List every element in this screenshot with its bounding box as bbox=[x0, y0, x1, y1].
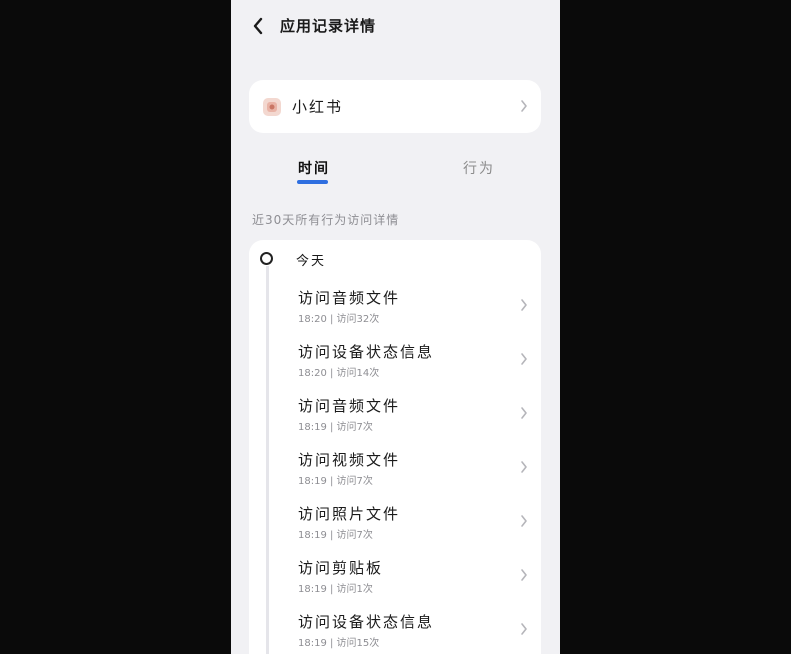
item-title: 访问设备状态信息 bbox=[298, 613, 435, 631]
list-item[interactable]: 访问音频文件 18:20 | 访问32次 bbox=[249, 287, 541, 337]
tab-behavior[interactable]: 行为 bbox=[463, 158, 495, 178]
app-name: 小红书 bbox=[292, 98, 344, 116]
chevron-right-icon bbox=[521, 623, 527, 635]
item-title: 访问音频文件 bbox=[298, 397, 401, 415]
chevron-right-icon bbox=[521, 353, 527, 365]
xiaohongshu-app-icon bbox=[263, 97, 281, 116]
chevron-right-icon bbox=[521, 100, 527, 112]
chevron-right-icon bbox=[521, 407, 527, 419]
list-item[interactable]: 访问设备状态信息 18:19 | 访问15次 bbox=[249, 611, 541, 654]
timeline-card: 今天 访问音频文件 18:20 | 访问32次 访问设备状态信息 18:20 |… bbox=[249, 240, 541, 654]
app-card[interactable]: 小红书 bbox=[249, 80, 541, 133]
active-tab-indicator bbox=[297, 180, 328, 184]
app-record-detail-screen: 应用记录详情 小红书 时间 行为 近30天所有行为访问详情 今天 访问音频文件 … bbox=[231, 0, 560, 654]
chevron-right-icon bbox=[521, 569, 527, 581]
timeline-dot-icon bbox=[260, 252, 273, 265]
list-item[interactable]: 访问视频文件 18:19 | 访问7次 bbox=[249, 449, 541, 499]
item-title: 访问照片文件 bbox=[298, 505, 401, 523]
list-item[interactable]: 访问照片文件 18:19 | 访问7次 bbox=[249, 503, 541, 553]
tab-bar: 时间 行为 bbox=[231, 150, 560, 190]
item-meta: 18:19 | 访问1次 bbox=[298, 584, 373, 595]
list-item[interactable]: 访问设备状态信息 18:20 | 访问14次 bbox=[249, 341, 541, 391]
header: 应用记录详情 bbox=[231, 0, 560, 52]
item-meta: 18:19 | 访问7次 bbox=[298, 476, 373, 487]
timeline-group-label: 今天 bbox=[296, 254, 327, 269]
chevron-right-icon bbox=[521, 515, 527, 527]
chevron-right-icon bbox=[521, 461, 527, 473]
section-label: 近30天所有行为访问详情 bbox=[252, 213, 400, 227]
item-title: 访问音频文件 bbox=[298, 289, 401, 307]
item-meta: 18:20 | 访问14次 bbox=[298, 368, 380, 379]
page-title: 应用记录详情 bbox=[280, 17, 377, 35]
list-item[interactable]: 访问音频文件 18:19 | 访问7次 bbox=[249, 395, 541, 445]
item-meta: 18:19 | 访问7次 bbox=[298, 422, 373, 433]
back-button[interactable] bbox=[247, 14, 269, 38]
item-meta: 18:19 | 访问7次 bbox=[298, 530, 373, 541]
item-title: 访问剪贴板 bbox=[298, 559, 384, 577]
chevron-left-icon bbox=[253, 17, 263, 35]
item-title: 访问视频文件 bbox=[298, 451, 401, 469]
chevron-right-icon bbox=[521, 299, 527, 311]
item-meta: 18:19 | 访问15次 bbox=[298, 638, 380, 649]
tab-time[interactable]: 时间 bbox=[298, 158, 330, 178]
item-title: 访问设备状态信息 bbox=[298, 343, 435, 361]
item-meta: 18:20 | 访问32次 bbox=[298, 314, 380, 325]
list-item[interactable]: 访问剪贴板 18:19 | 访问1次 bbox=[249, 557, 541, 607]
